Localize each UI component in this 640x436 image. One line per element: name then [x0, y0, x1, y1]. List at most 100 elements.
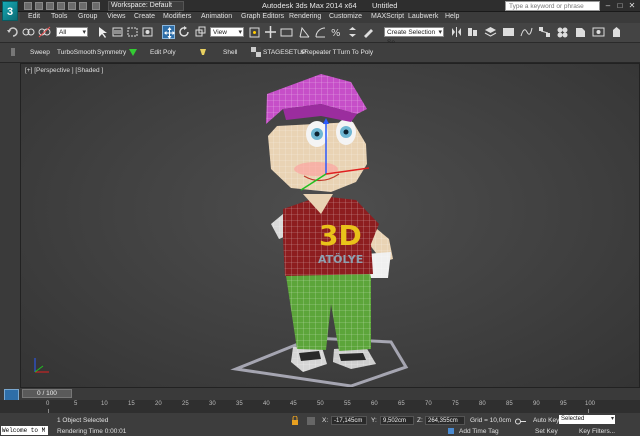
app-logo[interactable]: 3 [2, 1, 18, 21]
stagesetup-button[interactable]: STAGESETUP [263, 49, 306, 56]
select-and-link-icon[interactable] [22, 25, 35, 39]
menu-edit[interactable]: Edit [28, 13, 40, 20]
align-icon[interactable] [466, 25, 479, 39]
key-filters-button[interactable]: Key Filters... [579, 428, 615, 435]
save-file-icon[interactable] [46, 2, 54, 10]
x-coordinate-field[interactable]: -17,145cm [331, 416, 367, 425]
menu-maxscript[interactable]: MAXScript [371, 13, 404, 20]
menu-create[interactable]: Create [134, 13, 155, 20]
material-editor-icon[interactable] [556, 25, 569, 39]
modifier-symmetry[interactable]: Symmetry [97, 49, 126, 56]
y-coordinate-field[interactable]: 9,502cm [380, 416, 414, 425]
close-button[interactable]: ✕ [626, 0, 638, 11]
left-command-strip [0, 63, 20, 388]
modifier-toolbar: Sweep TurboSmooth Symmetry Edit Poly She… [0, 43, 640, 63]
maximize-button[interactable]: □ [614, 0, 626, 11]
redo-icon[interactable] [68, 2, 76, 10]
tick-label: 75 [452, 401, 459, 407]
schematic-view-icon[interactable] [538, 25, 551, 39]
menu-bar: Edit Tools Group Views Create Modifiers … [20, 12, 640, 23]
light-icon[interactable] [198, 47, 208, 57]
rotate-tool-icon[interactable] [178, 25, 191, 39]
percent-snap-icon[interactable]: % [330, 25, 343, 39]
add-time-tag-button[interactable]: Add Time Tag [459, 428, 499, 435]
spinner-snap-icon[interactable] [346, 25, 359, 39]
set-key-button[interactable]: Set Key [535, 428, 558, 435]
character-model[interactable]: 3D ATÖLYE [21, 64, 640, 388]
unlink-icon[interactable] [38, 25, 51, 39]
menu-views[interactable]: Views [107, 13, 126, 20]
new-file-icon[interactable] [24, 2, 32, 10]
mirror-icon[interactable] [450, 25, 463, 39]
rectangular-region-icon[interactable] [126, 25, 139, 39]
reference-coordinate-dropdown[interactable]: View [210, 27, 244, 38]
snaps-toggle-icon[interactable] [298, 25, 311, 39]
menu-graph-editors[interactable]: Graph Editors [241, 13, 284, 20]
modifier-turn-to-poly[interactable]: Turn To Poly [337, 49, 373, 56]
time-slider-thumb[interactable]: 0 / 100 [22, 389, 72, 398]
modifier-sweep[interactable]: Sweep [30, 49, 50, 56]
select-object-icon[interactable] [96, 25, 109, 39]
menu-laubwerk[interactable]: Laubwerk [408, 13, 438, 20]
open-file-icon[interactable] [35, 2, 43, 10]
menu-group[interactable]: Group [78, 13, 97, 20]
render-time: Rendering Time 0:00:01 [57, 428, 127, 435]
tick-label: 50 [317, 401, 324, 407]
select-by-name-icon[interactable] [111, 25, 124, 39]
menu-help[interactable]: Help [445, 13, 459, 20]
move-tool-icon[interactable] [162, 25, 175, 39]
render-production-icon[interactable] [610, 25, 623, 39]
pivot-center-icon[interactable] [248, 25, 261, 39]
z-label: Z: [417, 417, 423, 424]
title-bar: Workspace: Default Autodesk 3ds Max 2014… [0, 0, 640, 12]
maxscript-listener[interactable]: Welcome to M [1, 426, 48, 435]
srepeater-button[interactable]: sRepeater T [301, 49, 337, 56]
angle-snap-icon[interactable] [314, 25, 327, 39]
named-selection-set-dropdown[interactable]: Create Selection Se [384, 27, 444, 46]
modifier-shell[interactable]: Shell [223, 49, 237, 56]
checker-icon[interactable] [251, 47, 261, 57]
scale-tool-icon[interactable] [194, 25, 207, 39]
undo-button[interactable] [6, 25, 19, 39]
trackbar[interactable]: 0 5 10 15 20 25 30 35 40 45 50 55 60 65 … [0, 400, 640, 413]
time-slider[interactable]: 0 / 100 [0, 388, 640, 400]
menu-modifiers[interactable]: Modifiers [163, 13, 191, 20]
search-input[interactable]: Type a keyword or phrase [505, 1, 600, 11]
axis-tripod-icon [34, 358, 49, 373]
green-modifier-icon[interactable] [128, 47, 138, 57]
auto-key-button[interactable]: Auto Key [533, 417, 559, 424]
tick-label: 5 [74, 401, 78, 407]
menu-animation[interactable]: Animation [201, 13, 232, 20]
tick-label: 10 [101, 401, 108, 407]
modifier-turbosmooth[interactable]: TurboSmooth [57, 49, 96, 56]
menu-tools[interactable]: Tools [51, 13, 67, 20]
graphite-ribbon-icon[interactable] [502, 25, 515, 39]
absolute-mode-icon[interactable] [306, 416, 316, 426]
project-folder-icon[interactable] [92, 2, 100, 10]
layer-manager-icon[interactable] [484, 25, 497, 39]
z-coordinate-field[interactable]: 264,355cm [425, 416, 465, 425]
selection-filter-dropdown[interactable]: All [56, 27, 88, 38]
tick-label: 40 [263, 401, 270, 407]
tick-label: 100 [585, 401, 596, 407]
key-mode-dropdown[interactable]: Selected [559, 415, 615, 424]
lock-selection-icon[interactable] [290, 416, 300, 426]
minimize-button[interactable]: – [602, 0, 614, 11]
tick-label: 85 [506, 401, 513, 407]
rendered-frame-window-icon[interactable] [592, 25, 605, 39]
select-manipulate-icon[interactable] [264, 25, 277, 39]
hold-icon[interactable] [79, 2, 87, 10]
perspective-viewport[interactable]: [+] [Perspective ] [Shaded ] 3D ATÖLYE [20, 63, 640, 388]
window-crossing-icon[interactable] [141, 25, 154, 39]
menu-rendering[interactable]: Rendering [289, 13, 321, 20]
render-setup-icon[interactable] [574, 25, 587, 39]
undo-icon[interactable] [57, 2, 65, 10]
tick-label: 55 [344, 401, 351, 407]
edit-named-selection-icon[interactable] [362, 25, 375, 39]
keyboard-shortcut-override-icon[interactable] [280, 25, 293, 39]
curve-editor-icon[interactable] [520, 25, 533, 39]
modifier-edit-poly[interactable]: Edit Poly [150, 49, 176, 56]
time-tag-icon[interactable] [447, 427, 455, 435]
workspace-dropdown[interactable]: Workspace: Default [108, 1, 184, 11]
menu-customize[interactable]: Customize [329, 13, 362, 20]
